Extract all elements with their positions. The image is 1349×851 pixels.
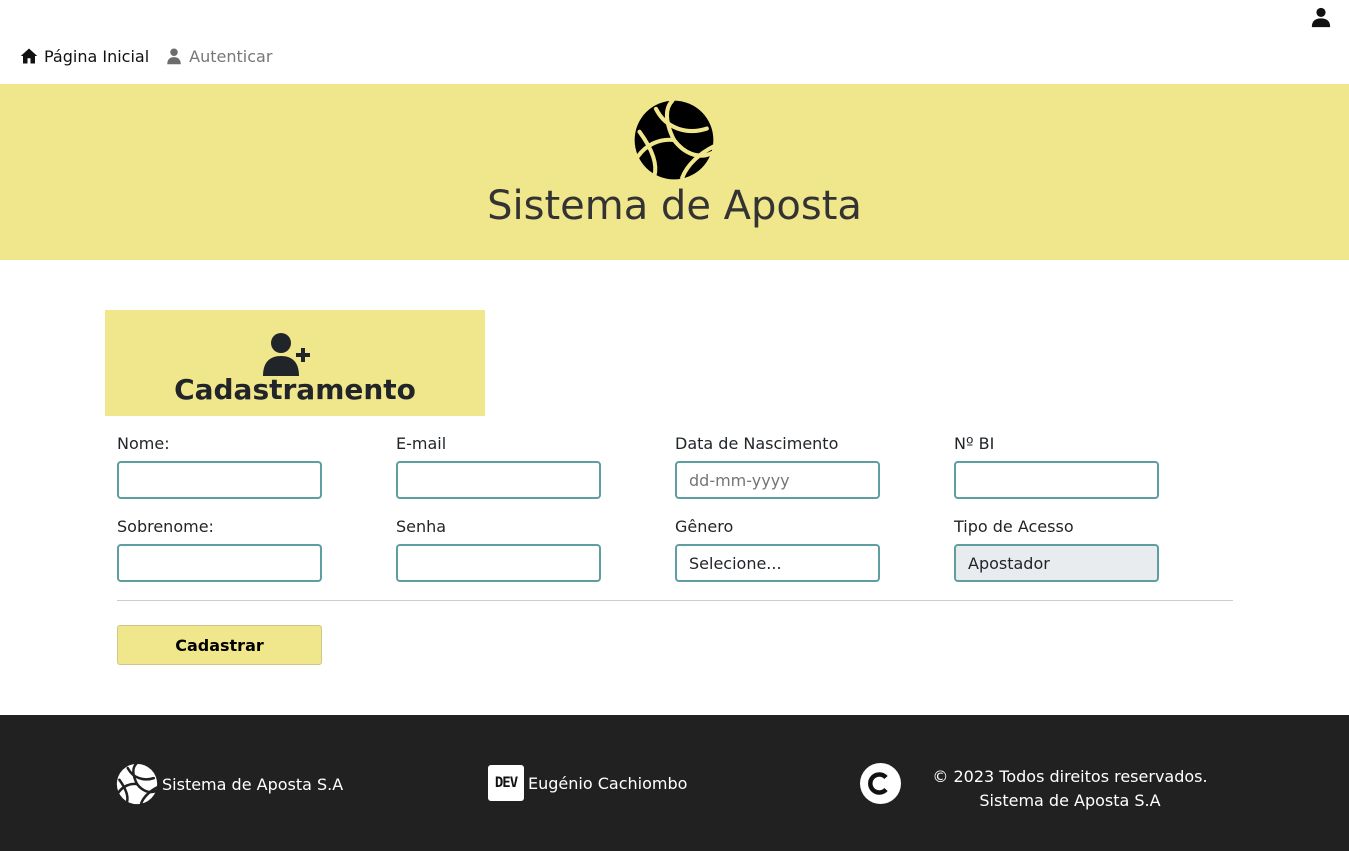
- nav-authenticate-link[interactable]: Autenticar: [165, 47, 272, 66]
- registration-title: Cadastramento: [174, 373, 416, 406]
- developer-name[interactable]: Eugénio Cachiombo: [528, 774, 687, 793]
- volleyball-icon: [634, 99, 715, 180]
- footer-developer: DEV Eugénio Cachiombo: [488, 765, 687, 801]
- volleyball-icon: [116, 763, 158, 805]
- copyright-line-2: Sistema de Aposta S.A: [979, 791, 1161, 810]
- access-type-field: Apostador: [954, 544, 1159, 582]
- bi-label: Nº BI: [954, 434, 995, 453]
- nav-home-link[interactable]: Página Inicial: [20, 47, 149, 66]
- gender-select[interactable]: Selecione...: [675, 544, 880, 582]
- top-navigation: Página Inicial Autenticar: [20, 44, 272, 68]
- copyright-line-1: © 2023 Todos direitos reservados.: [932, 767, 1208, 786]
- user-plus-icon: [263, 333, 310, 376]
- email-input[interactable]: [396, 461, 601, 499]
- dev-icon[interactable]: DEV: [488, 765, 524, 801]
- password-input[interactable]: [396, 544, 601, 582]
- bi-input[interactable]: [954, 461, 1159, 499]
- email-label: E-mail: [396, 434, 447, 453]
- nav-authenticate-label: Autenticar: [189, 46, 273, 66]
- copyright-icon: [860, 763, 901, 804]
- registration-header: Cadastramento: [105, 310, 485, 416]
- form-divider: [117, 600, 1233, 601]
- access-type-value: Apostador: [968, 553, 1050, 573]
- nome-input[interactable]: [117, 461, 322, 499]
- footer-company-name: Sistema de Aposta S.A: [162, 774, 344, 794]
- home-icon: [20, 48, 38, 64]
- senha-label: Senha: [396, 517, 447, 536]
- register-button[interactable]: Cadastrar: [117, 625, 322, 665]
- footer: Sistema de Aposta S.A DEV Eugénio Cachio…: [0, 715, 1349, 851]
- user-icon: [167, 48, 181, 65]
- site-title: Sistema de Aposta: [487, 183, 862, 229]
- footer-copyright: © 2023 Todos direitos reservados. Sistem…: [905, 765, 1235, 813]
- birthdate-input[interactable]: [675, 461, 880, 499]
- sobrenome-input[interactable]: [117, 544, 322, 582]
- gender-label: Gênero: [675, 517, 734, 536]
- nome-label: Nome:: [117, 434, 170, 453]
- birthdate-label: Data de Nascimento: [675, 434, 839, 453]
- sobrenome-label: Sobrenome:: [117, 517, 214, 536]
- user-icon[interactable]: [1310, 6, 1332, 28]
- footer-company: Sistema de Aposta S.A: [116, 763, 343, 805]
- hero-banner: Sistema de Aposta: [0, 84, 1349, 260]
- access-type-label: Tipo de Acesso: [954, 517, 1074, 536]
- gender-selected-value: Selecione...: [689, 553, 782, 573]
- nav-home-label: Página Inicial: [44, 46, 150, 66]
